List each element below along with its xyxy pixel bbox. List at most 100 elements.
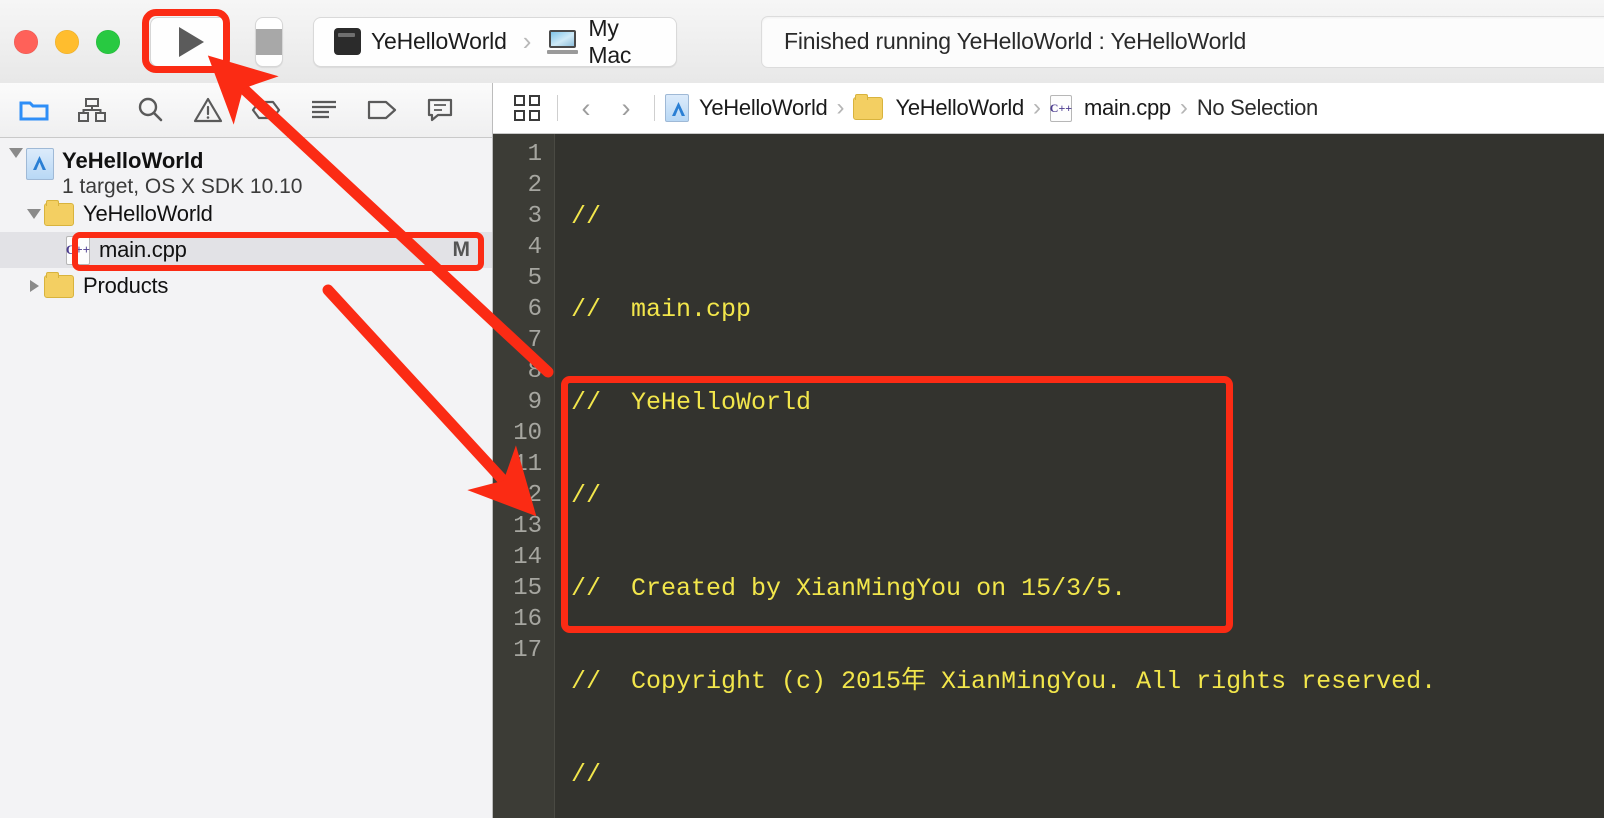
line-number: 1 [527,141,542,168]
folder-icon[interactable] [10,90,58,130]
products-folder-icon [44,271,74,298]
line-number: 10 [513,420,542,447]
warning-icon[interactable] [184,90,232,130]
products-label: Products [83,273,169,298]
activity-status-bar: Finished running YeHelloWorld : YeHelloW… [761,15,1604,68]
code-line-7: // [571,759,1604,790]
scheme-project-icon [334,28,361,55]
source-editor: ‹ › YeHelloWorld › YeHelloWorld › C++ ma… [493,83,1604,818]
comment-text: // main.cpp [571,295,752,324]
run-button-wrapper [142,8,230,73]
line-number: 15 [513,575,542,602]
destination-mac-icon [547,29,579,54]
minimize-button[interactable] [55,29,79,54]
group-folder-icon [44,199,74,226]
code-area: 1 2 3 4 5 6 7 8 9 10 11 12 13 14 15 16 1… [493,134,1604,818]
modified-badge: M [452,238,471,261]
line-number: 8 [527,358,542,385]
close-button[interactable] [14,29,38,54]
related-items-icon[interactable] [505,94,549,122]
comment-text: // [571,760,602,789]
breadcrumb-project[interactable]: YeHelloWorld [663,94,829,122]
code-line-4: // [571,480,1604,511]
window-controls [14,29,120,54]
line-number: 5 [527,265,542,292]
play-icon [179,26,204,57]
jumpbar-divider [557,95,558,121]
report-icon[interactable] [300,90,348,130]
jumpbar-divider-2 [654,95,655,121]
cpp-file-icon: C++ [66,235,90,265]
scheme-project-label: YeHelloWorld [371,28,507,54]
breadcrumb-xcodeproj-icon [665,94,689,122]
disclosure-triangle-products[interactable] [24,280,44,292]
code-line-6: // Copyright (c) 2015年 XianMingYou. All … [571,666,1604,697]
zoom-button[interactable] [96,29,120,54]
line-number: 13 [513,513,542,540]
navigator-toolbar [0,83,492,138]
navigator-panel: YeHelloWorld 1 target, OS X SDK 10.10 Ye… [0,83,493,818]
comment-text: // [571,481,602,510]
tree-row-products[interactable]: Products [0,268,492,304]
back-arrow-icon[interactable]: ‹ [566,93,606,123]
scheme-destination-label: My Mac [588,14,632,68]
line-number: 17 [513,637,542,664]
breadcrumb-cpp-icon: C++ [1050,94,1072,122]
breadcrumb-separator-1: › [836,94,845,121]
file-label: main.cpp [99,237,187,262]
code-line-1: // [571,201,1604,232]
hierarchy-icon[interactable] [68,90,116,130]
code-line-5: // Created by XianMingYou on 15/3/5. [571,573,1604,604]
search-icon[interactable] [126,90,174,130]
title-bar: YeHelloWorld › My Mac Finished running Y… [0,0,1604,84]
line-number: 4 [527,234,542,261]
scheme-separator-icon: › [522,26,532,56]
status-text: Finished running YeHelloWorld : YeHelloW… [784,28,1247,54]
comment-text: // [571,202,602,231]
stop-icon [256,28,282,55]
line-number: 6 [527,296,542,323]
breadcrumb-folder-icon [853,93,884,120]
breakpoint-icon[interactable] [242,90,290,130]
tree-row-project[interactable]: YeHelloWorld 1 target, OS X SDK 10.10 [0,146,492,198]
line-number: 7 [527,327,542,354]
tree-row-main-cpp[interactable]: C++ main.cpp M [0,232,492,268]
line-number: 14 [513,544,542,571]
code-text[interactable]: // // main.cpp // YeHelloWorld // // Cre… [555,134,1604,818]
project-name-label: YeHelloWorld [62,148,204,173]
line-number: 12 [513,482,542,509]
line-number-gutter: 1 2 3 4 5 6 7 8 9 10 11 12 13 14 15 16 1… [493,134,555,818]
line-number: 9 [527,389,542,416]
jump-bar: ‹ › YeHelloWorld › YeHelloWorld › C++ ma… [493,83,1604,134]
xcodeproj-icon [26,148,54,180]
comment-text: // YeHelloWorld [571,388,812,417]
run-button[interactable] [150,16,228,67]
comment-icon[interactable] [416,90,464,130]
forward-arrow-icon[interactable]: › [606,93,646,123]
line-number: 11 [513,451,542,478]
comment-text: // Copyright (c) 2015年 XianMingYou. All … [571,667,1437,696]
xcode-window: YeHelloWorld › My Mac Finished running Y… [0,0,1604,818]
breadcrumb-group-label: YeHelloWorld [895,95,1024,120]
comment-text: // Created by XianMingYou on 15/3/5. [571,574,1127,603]
project-navigator-tree: YeHelloWorld 1 target, OS X SDK 10.10 Ye… [0,138,492,304]
breadcrumb-file[interactable]: C++ main.cpp [1048,94,1173,122]
line-number: 3 [527,203,542,230]
stop-button[interactable] [255,16,283,67]
breadcrumb-project-label: YeHelloWorld [699,95,828,120]
breadcrumb-separator-3: › [1179,94,1188,121]
tag-icon[interactable] [358,90,406,130]
group-label: YeHelloWorld [83,201,213,226]
breadcrumb-group[interactable]: YeHelloWorld [851,93,1025,121]
code-line-2: // main.cpp [571,294,1604,325]
line-number: 16 [513,606,542,633]
disclosure-triangle-group[interactable] [24,209,44,219]
code-line-3: // YeHelloWorld [571,387,1604,418]
tree-row-group[interactable]: YeHelloWorld [0,196,492,232]
disclosure-triangle-project[interactable] [6,148,26,158]
breadcrumb-file-label: main.cpp [1083,95,1171,120]
breadcrumb-separator-2: › [1032,94,1041,121]
scheme-selector[interactable]: YeHelloWorld › My Mac [313,14,677,68]
breadcrumb-selection[interactable]: No Selection [1195,95,1320,121]
line-number: 2 [527,172,542,199]
